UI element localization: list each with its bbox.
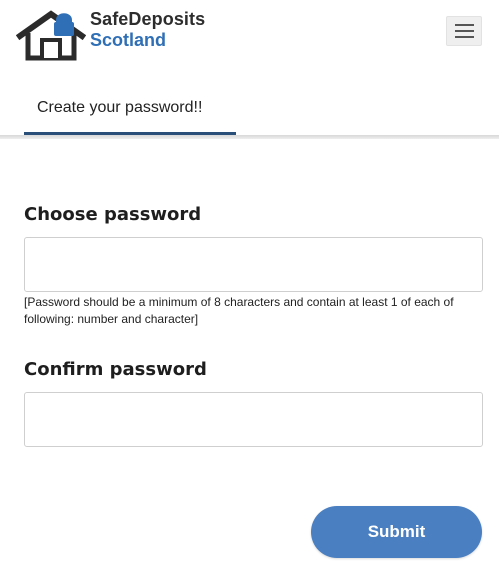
tab-label: Create your password!!	[37, 99, 203, 116]
tab-bar: Create your password!!	[0, 86, 499, 138]
confirm-password-input[interactable]	[24, 392, 483, 447]
menu-button[interactable]	[446, 16, 482, 46]
confirm-password-label: Confirm password	[24, 359, 207, 380]
tab-create-password[interactable]: Create your password!!	[24, 86, 236, 135]
password-setup-page: SafeDeposits Scotland Create your passwo…	[0, 0, 499, 562]
brand-line1: SafeDeposits	[90, 9, 206, 29]
header: SafeDeposits Scotland	[0, 0, 499, 70]
choose-password-label: Choose password	[24, 204, 202, 225]
brand-name: SafeDeposits Scotland	[90, 10, 205, 49]
password-hint: [Password should be a minimum of 8 chara…	[24, 295, 454, 326]
password-input[interactable]	[24, 237, 483, 292]
submit-button[interactable]: Submit	[311, 506, 482, 558]
brand-line2: Scotland	[90, 30, 167, 50]
tab-divider	[0, 135, 499, 139]
logo[interactable]: SafeDeposits Scotland	[16, 6, 226, 62]
house-icon	[16, 10, 86, 61]
